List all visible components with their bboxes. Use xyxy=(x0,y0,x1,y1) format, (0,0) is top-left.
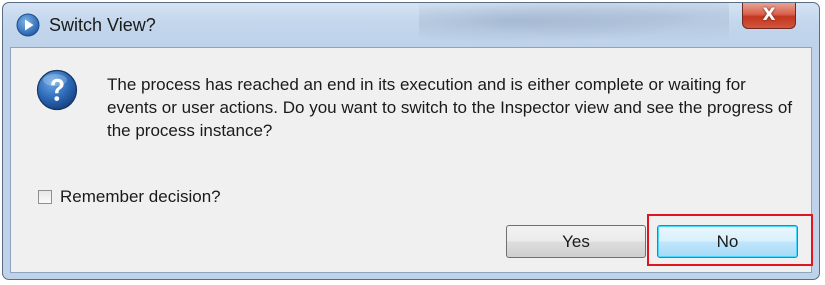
remember-decision-label: Remember decision? xyxy=(60,187,221,206)
dialog-body: The process has reached an end in its ex… xyxy=(10,47,813,273)
question-icon xyxy=(36,69,78,111)
yes-button[interactable]: Yes xyxy=(506,225,646,258)
close-icon: X xyxy=(762,5,776,25)
switch-view-dialog: Switch View? X The process has reached a… xyxy=(2,2,820,280)
no-button[interactable]: No xyxy=(657,225,798,258)
remember-decision-checkbox[interactable]: Remember decision? xyxy=(38,186,221,208)
dialog-title: Switch View? xyxy=(49,15,156,35)
titlebar[interactable]: Switch View? X xyxy=(3,3,819,47)
app-icon xyxy=(16,13,40,37)
dialog-message: The process has reached an end in its ex… xyxy=(107,75,793,140)
close-button[interactable]: X xyxy=(742,3,796,29)
checkbox-box[interactable] xyxy=(38,190,52,204)
